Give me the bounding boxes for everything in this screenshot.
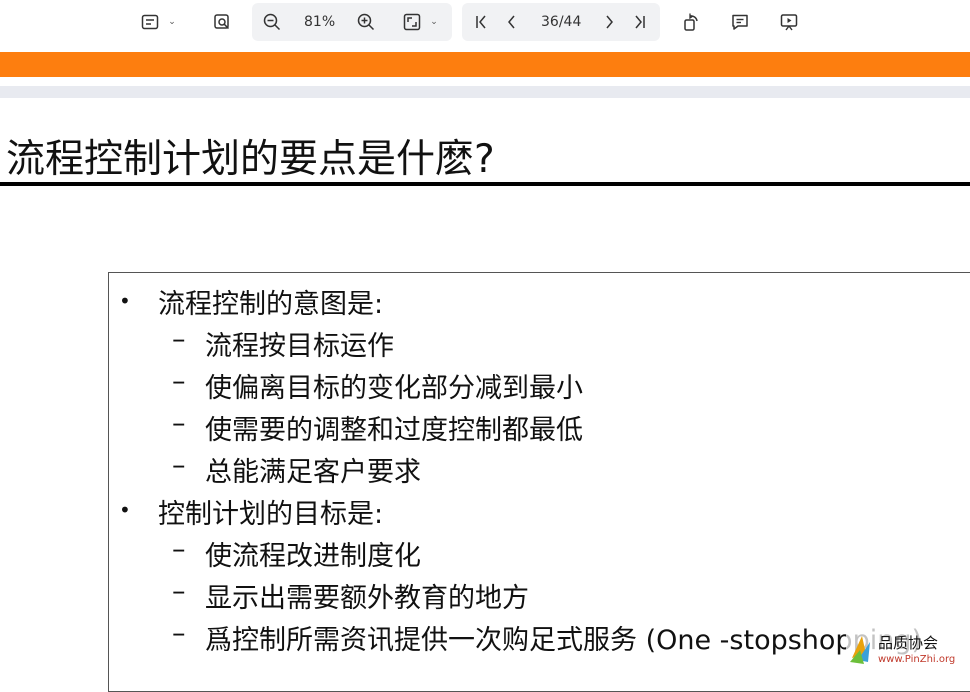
last-page-icon: [630, 13, 648, 31]
section-heading: 控制计划的目标是:: [158, 499, 384, 530]
dash-marker: –: [172, 618, 186, 649]
pinzhi-watermark: 品质协会 www.PinZhi.org: [846, 628, 970, 667]
comment-button[interactable]: [727, 10, 753, 34]
list-item: 显示出需要额外教育的地方: [205, 583, 529, 614]
search-page-button[interactable]: [208, 10, 236, 34]
zoom-in-button[interactable]: [352, 10, 380, 34]
rotate-icon: [681, 12, 701, 32]
bullet-marker: •: [119, 498, 131, 522]
list-item: 总能满足客户要求: [205, 457, 421, 488]
fit-page-icon: [402, 12, 422, 32]
list-item: 爲控制所需资讯提供一次购足式服务 (One -stopshopping): [205, 625, 922, 656]
page-view-button[interactable]: ⌄: [134, 10, 182, 34]
previous-page-icon: [503, 13, 521, 31]
list-item: 使需要的调整和过度控制都最低: [205, 415, 583, 446]
next-page-button[interactable]: [597, 10, 621, 34]
first-page-icon: [473, 13, 491, 31]
zoom-out-button[interactable]: [258, 10, 286, 34]
slide-orange-banner: [0, 52, 970, 77]
comment-icon: [730, 12, 750, 32]
page-indicator[interactable]: 36/44: [541, 14, 581, 30]
last-page-button[interactable]: [627, 10, 651, 34]
svg-text:www.PinZhi.org: www.PinZhi.org: [878, 654, 955, 665]
zoom-level[interactable]: 81%: [304, 14, 335, 30]
page-view-icon: [140, 12, 160, 32]
next-page-icon: [600, 13, 618, 31]
section-heading: 流程控制的意图是:: [158, 289, 384, 320]
search-page-icon: [212, 12, 232, 32]
viewer-toolbar: ⌄ 81% ⌄ 36/44: [0, 0, 970, 46]
chevron-down-icon: ⌄: [168, 17, 176, 27]
dash-marker: –: [172, 366, 186, 397]
slide-gray-strip: [0, 86, 970, 98]
dash-marker: –: [172, 534, 186, 565]
previous-page-button[interactable]: [500, 10, 524, 34]
list-item: 流程按目标运作: [205, 331, 394, 362]
list-item: 使偏离目标的变化部分减到最小: [205, 373, 583, 404]
zoom-out-icon: [262, 12, 282, 32]
pinzhi-logo-icon: 品质协会 www.PinZhi.org: [846, 628, 970, 667]
dash-marker: –: [172, 450, 186, 481]
slide-title: 流程控制计划的要点是什麽?: [6, 137, 495, 182]
first-page-button[interactable]: [470, 10, 494, 34]
title-underline: [0, 182, 970, 186]
presentation-button[interactable]: [776, 10, 802, 34]
fit-page-button[interactable]: ⌄: [396, 10, 444, 34]
list-item: 使流程改进制度化: [205, 541, 421, 572]
dash-marker: –: [172, 408, 186, 439]
presentation-icon: [779, 12, 799, 32]
rotate-button[interactable]: [678, 10, 704, 34]
dash-marker: –: [172, 324, 186, 355]
bullet-marker: •: [119, 289, 131, 313]
svg-text:品质协会: 品质协会: [878, 634, 938, 652]
zoom-in-icon: [356, 12, 376, 32]
dash-marker: –: [172, 576, 186, 607]
chevron-down-icon: ⌄: [430, 17, 438, 27]
